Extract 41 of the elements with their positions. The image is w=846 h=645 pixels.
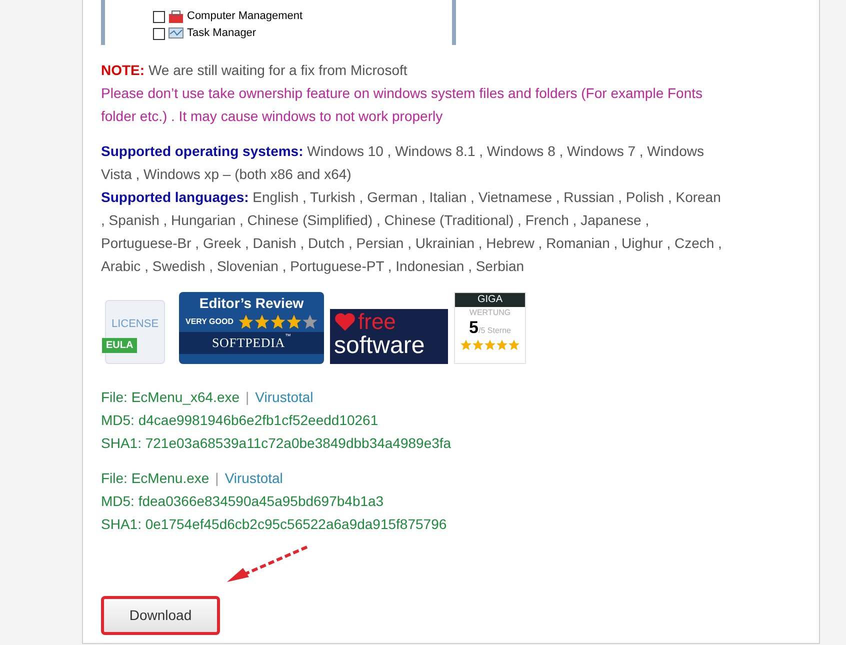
- note-text: NOTE: We are still waiting for a fix from Microsoft: [101, 61, 408, 80]
- badge-title: WERTUNG: [469, 307, 511, 319]
- supported-info: Supported operating systems: Windows 10 , Windows 8.1 , Windows 8 , Windows 7 , Windows Vista , Windows xp – (both x86 and x64): [101, 142, 705, 184]
- star-icon: [286, 314, 302, 330]
- star-icon: [302, 314, 318, 330]
- monitor-icon: [168, 26, 184, 40]
- star-icon: [508, 339, 520, 351]
- virustotal-link[interactable]: Virustotal: [224, 467, 283, 490]
- badge-title: Editor’s Review: [199, 294, 304, 313]
- download-button[interactable]: Download: [101, 596, 220, 635]
- supported-info: Supported languages: English , Turkish , German , Italian , Vietnamese , Russian , Polish , Korean , Spanish , Hungarian , Chinese (Simplified) , Chinese (Traditional) , French , Japanese , Portuguese-Br , Greek , Danish , Dutch , Persian , Ukrainian , Hebrew , Romanian , Uighur , Czech , Arabic , Swedish , Slovenian , Portuguese-PT , Indonesian , Serbian: [101, 188, 723, 276]
- separator: |: [246, 388, 250, 407]
- checkbox[interactable]: [153, 28, 165, 40]
- star-icon: [460, 339, 472, 351]
- virustotal-link[interactable]: Virustotal: [255, 386, 314, 409]
- star-icon: [496, 339, 508, 351]
- warning-text: Please don’t use take ownership feature on windows system files and folders (For example Fonts folder etc.) . It may cause windows to not work properly: [101, 84, 704, 126]
- score-value: 5: [469, 319, 478, 337]
- sha1-hash: SHA1: 721e03a68539a11c72a0be3849dbb34a4989e3fa: [101, 434, 452, 453]
- file-name: File: EcMenu_x64.exe: [101, 388, 240, 407]
- md5-hash: MD5: d4cae9981946b6e2fb1cf52eedd10261: [101, 411, 378, 430]
- badge-tag: EULA: [102, 338, 138, 353]
- star-icon: [270, 314, 286, 330]
- star-icon: [472, 339, 484, 351]
- rating-label: VERY GOOD: [185, 318, 234, 326]
- badge-text: software: [334, 333, 426, 359]
- checkbox[interactable]: [153, 10, 165, 22]
- badge-brand: GIGA: [455, 293, 525, 307]
- toolbox-icon: [168, 10, 184, 24]
- heart-icon: [334, 312, 356, 332]
- badge-brand: SOFTPEDIA: [212, 334, 285, 352]
- star-icon: [238, 314, 254, 330]
- md5-hash: MD5: fdea0366e834590a45a95bd697b4b1a3: [101, 492, 384, 511]
- file-name: File: EcMenu.exe: [101, 469, 210, 488]
- sha1-hash: SHA1: 0e1754ef45d6cb2c95c56522a6a9da915f875796: [101, 515, 447, 534]
- score-scale: /5 Sterne: [478, 325, 511, 337]
- star-icon: [254, 314, 270, 330]
- badge-title: LICENSE: [111, 319, 159, 330]
- badge-text: free: [358, 311, 396, 333]
- star-icon: [484, 339, 496, 351]
- separator: |: [215, 469, 219, 488]
